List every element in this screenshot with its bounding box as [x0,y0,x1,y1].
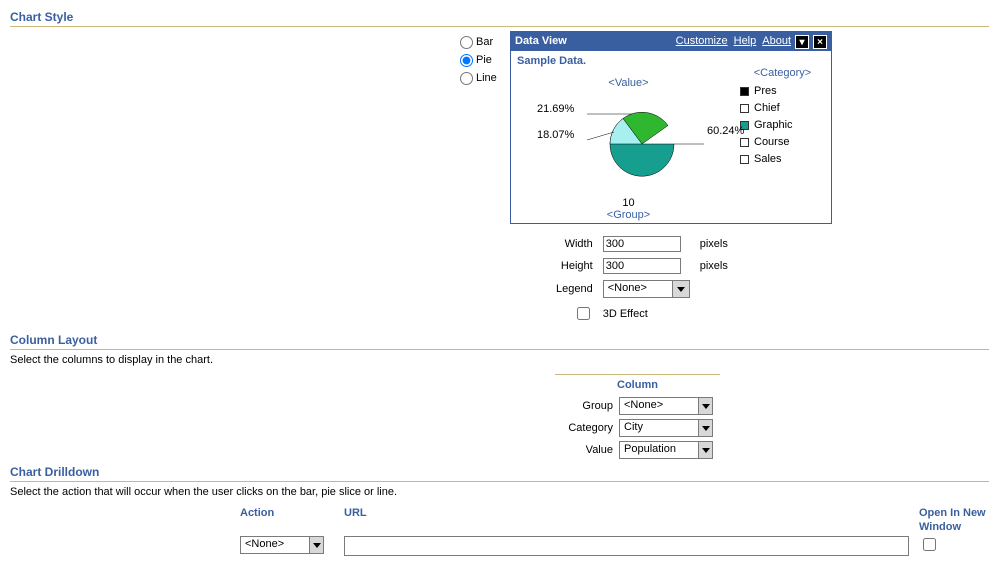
category-select-value: City [620,420,698,436]
preview-title: Data View [515,32,567,51]
chevron-down-icon [698,420,712,436]
slice-label-1: 60.24% [707,125,744,137]
legend-label-3: Course [754,136,789,148]
collapse-icon[interactable]: ▾ [795,35,809,49]
action-select[interactable]: <None> [240,536,324,554]
chart-type-radios: Bar Pie Line [460,31,510,87]
value-col-label: Value [555,444,619,456]
open-new-window-checkbox[interactable] [923,538,936,551]
legend-select[interactable]: <None> [603,280,690,298]
url-input[interactable] [344,536,909,556]
category-axis-label: <Category> [740,67,825,79]
chevron-down-icon [698,442,712,458]
category-select[interactable]: City [619,419,713,437]
legend-label-0: Pres [754,85,777,97]
radio-line[interactable]: Line [460,69,510,87]
legend-item-3: Course [740,136,825,148]
width-label: Width [552,234,597,254]
url-header: URL [344,506,909,536]
chevron-down-icon [698,398,712,414]
height-label: Height [552,256,597,276]
effect-3d-checkbox[interactable] [577,307,590,320]
link-about[interactable]: About [762,32,791,51]
close-icon[interactable]: × [813,35,827,49]
section-drilldown-title: Chart Drilldown [10,465,989,482]
width-unit: pixels [696,234,732,254]
link-help[interactable]: Help [734,32,757,51]
chevron-down-icon [672,281,689,297]
chart-size-form: Width pixels Height pixels Legend <None>… [550,232,734,327]
section-column-layout-desc: Select the columns to display in the cha… [10,354,989,366]
link-customize[interactable]: Customize [676,32,728,51]
legend: <Category> Pres Chief Graphic Course Sal… [740,67,825,217]
value-axis-label: <Value> [517,77,740,89]
legend-label: Legend [552,278,597,300]
legend-item-2: Graphic [740,119,825,131]
chart-preview-panel: Data View Customize Help About ▾ × Sampl… [510,31,832,224]
group-value: 10 [517,197,740,209]
value-select[interactable]: Population [619,441,713,459]
legend-label-1: Chief [754,102,780,114]
chevron-down-icon [309,537,323,553]
radio-bar[interactable]: Bar [460,33,510,51]
radio-line-label: Line [476,72,497,84]
slice-label-2: 21.69% [537,103,574,115]
slice-label-3: 18.07% [537,129,574,141]
width-input[interactable] [603,236,681,252]
section-chart-style-title: Chart Style [10,10,989,27]
sample-data-title: Sample Data. [517,55,825,67]
radio-bar-label: Bar [476,36,493,48]
open-new-window-header: Open In New Window [919,506,989,536]
value-select-value: Population [620,442,698,458]
group-select-value: <None> [620,398,698,414]
effect-3d-label: 3D Effect [599,302,732,325]
group-col-label: Group [555,400,619,412]
group-select[interactable]: <None> [619,397,713,415]
category-col-label: Category [555,422,619,434]
action-header: Action [240,506,340,536]
height-unit: pixels [696,256,732,276]
pie-chart: <Value> 60.24% 21.69% [517,67,740,217]
legend-item-0: Pres [740,85,825,97]
action-select-value: <None> [241,537,309,553]
radio-pie[interactable]: Pie [460,51,510,69]
legend-label-2: Graphic [754,119,793,131]
section-drilldown-desc: Select the action that will occur when t… [10,486,989,498]
group-axis-label: <Group> [517,209,740,221]
drilldown-form: Action <None> URL Open In New Window [240,506,989,556]
legend-item-1: Chief [740,102,825,114]
column-layout-form: Column Group <None> Category City Value … [555,374,720,459]
preview-titlebar: Data View Customize Help About ▾ × [511,32,831,51]
radio-pie-label: Pie [476,54,492,66]
legend-select-value: <None> [604,281,672,297]
height-input[interactable] [603,258,681,274]
legend-label-4: Sales [754,153,782,165]
section-column-layout-title: Column Layout [10,333,989,350]
column-header: Column [555,379,720,391]
legend-item-4: Sales [740,153,825,165]
